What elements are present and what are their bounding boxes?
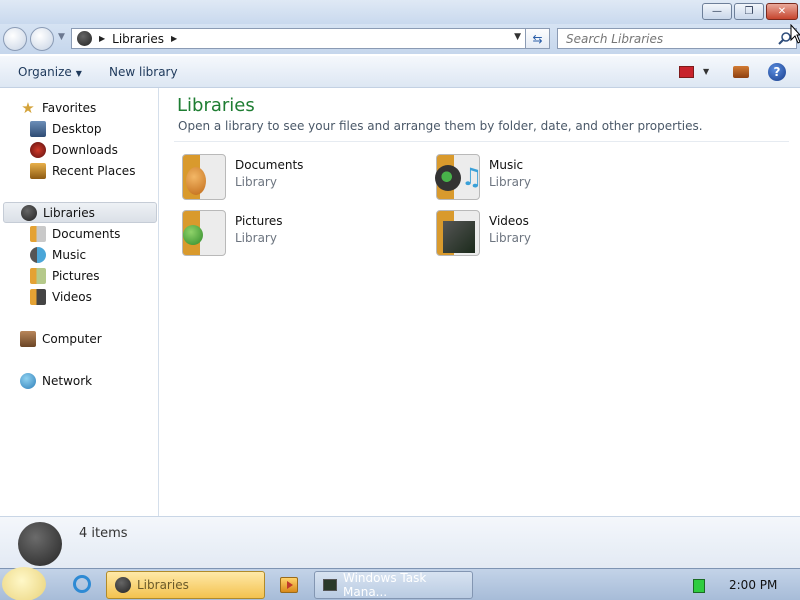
view-options-dropdown-icon[interactable]: ▼ <box>703 67 709 76</box>
computer-icon <box>20 330 36 347</box>
nav-label: Documents <box>52 226 121 241</box>
desktop-icon <box>30 120 46 137</box>
nav-label: Recent Places <box>52 163 136 178</box>
taskbar-item-libraries[interactable]: Libraries <box>106 571 265 599</box>
videos-library-icon <box>436 210 480 256</box>
internet-explorer-icon[interactable] <box>73 575 91 593</box>
nav-documents[interactable]: Documents <box>0 223 158 244</box>
start-button[interactable] <box>2 567 46 600</box>
libraries-large-icon <box>18 522 62 566</box>
breadcrumb-arrow-icon[interactable]: ▶ <box>171 34 177 43</box>
window-title-bar: — ❐ ✕ <box>0 0 800 24</box>
back-button[interactable] <box>3 27 27 51</box>
search-box[interactable] <box>557 28 797 49</box>
libraries-icon <box>115 577 131 593</box>
nav-label: Computer <box>42 331 102 346</box>
nav-music[interactable]: Music <box>0 244 158 265</box>
task-manager-icon <box>323 579 337 591</box>
libraries-icon <box>21 204 37 221</box>
media-player-icon[interactable] <box>280 577 298 593</box>
library-name: Pictures <box>235 214 283 228</box>
details-pane: 4 items <box>0 516 800 568</box>
star-icon: ★ <box>21 98 35 117</box>
item-count: 4 items <box>79 526 128 541</box>
pictures-library-icon <box>182 210 226 256</box>
address-dropdown-icon[interactable]: ▼ <box>514 32 521 42</box>
music-library-icon <box>435 154 483 200</box>
nav-label: Music <box>52 247 87 262</box>
search-input[interactable] <box>566 31 766 46</box>
breadcrumb-libraries[interactable]: Libraries <box>112 32 164 46</box>
refresh-button[interactable]: ⇆ <box>526 28 550 49</box>
library-type: Library <box>489 175 531 189</box>
navigation-pane: ★ Favorites Desktop Downloads Recent Pla… <box>0 88 159 516</box>
nav-downloads[interactable]: Downloads <box>0 139 158 160</box>
help-icon[interactable]: ? <box>768 63 786 81</box>
forward-button[interactable] <box>30 27 54 51</box>
mouse-cursor-icon <box>790 24 800 44</box>
chevron-down-icon: ▼ <box>75 69 82 78</box>
library-tile-music[interactable]: Music Library <box>435 154 666 204</box>
change-view-icon[interactable] <box>679 66 694 78</box>
videos-icon <box>30 288 46 305</box>
nav-network[interactable]: Network <box>0 370 158 391</box>
taskbar-item-task-manager[interactable]: Windows Task Mana... <box>314 571 473 599</box>
minimize-button[interactable]: — <box>702 3 732 20</box>
content-pane: Libraries Open a library to see your fil… <box>160 88 800 516</box>
nav-computer[interactable]: Computer <box>0 328 158 349</box>
nav-desktop[interactable]: Desktop <box>0 118 158 139</box>
divider <box>174 141 789 142</box>
organize-label: Organize <box>18 65 72 79</box>
library-tile-pictures[interactable]: Pictures Library <box>182 210 412 260</box>
page-title: Libraries <box>177 95 255 116</box>
library-name: Videos <box>489 214 529 228</box>
nav-label: Pictures <box>52 268 100 283</box>
nav-label: Videos <box>52 289 92 304</box>
clock[interactable]: 2:00 PM <box>729 578 777 592</box>
nav-label: Downloads <box>52 142 118 157</box>
task-label: Windows Task Mana... <box>343 571 427 599</box>
nav-label: Desktop <box>52 121 102 136</box>
organize-button[interactable]: Organize ▼ <box>18 65 82 79</box>
address-bar[interactable]: ▶ Libraries ▶ ▼ <box>71 28 526 49</box>
downloads-icon <box>30 141 46 158</box>
nav-favorites[interactable]: ★ Favorites <box>0 97 158 118</box>
library-tile-videos[interactable]: Videos Library <box>436 210 666 260</box>
window-controls: — ❐ ✕ <box>702 3 798 20</box>
nav-libraries[interactable]: Libraries <box>3 202 157 223</box>
page-subtitle: Open a library to see your files and arr… <box>178 119 703 133</box>
libraries-icon <box>77 31 92 46</box>
task-label: Libraries <box>137 578 189 592</box>
pictures-icon <box>30 267 46 284</box>
close-button[interactable]: ✕ <box>766 3 798 20</box>
music-icon <box>30 246 46 263</box>
library-name: Music <box>489 158 524 172</box>
maximize-button[interactable]: ❐ <box>734 3 764 20</box>
network-icon <box>20 372 36 389</box>
taskbar: Libraries Windows Task Mana... 2:00 PM <box>0 567 800 600</box>
recent-places-icon <box>30 162 46 179</box>
new-library-button[interactable]: New library <box>109 65 178 79</box>
library-name: Documents <box>235 158 304 172</box>
documents-library-icon <box>182 154 226 200</box>
breadcrumb-arrow-icon[interactable]: ▶ <box>99 34 105 43</box>
library-type: Library <box>235 175 277 189</box>
documents-icon <box>30 225 46 242</box>
nav-label: Network <box>42 373 93 388</box>
library-tile-documents[interactable]: Documents Library <box>182 154 412 204</box>
recent-pages-dropdown-icon[interactable]: ▼ <box>58 32 65 42</box>
nav-pictures[interactable]: Pictures <box>0 265 158 286</box>
library-type: Library <box>235 231 277 245</box>
address-row: ▼ ▶ Libraries ▶ ▼ ⇆ <box>0 24 800 54</box>
nav-recent-places[interactable]: Recent Places <box>0 160 158 181</box>
preview-pane-icon[interactable] <box>733 66 749 78</box>
nav-label: Favorites <box>42 100 97 115</box>
tray-icon[interactable] <box>693 579 705 593</box>
nav-videos[interactable]: Videos <box>0 286 158 307</box>
nav-label: Libraries <box>43 205 95 220</box>
library-type: Library <box>489 231 531 245</box>
